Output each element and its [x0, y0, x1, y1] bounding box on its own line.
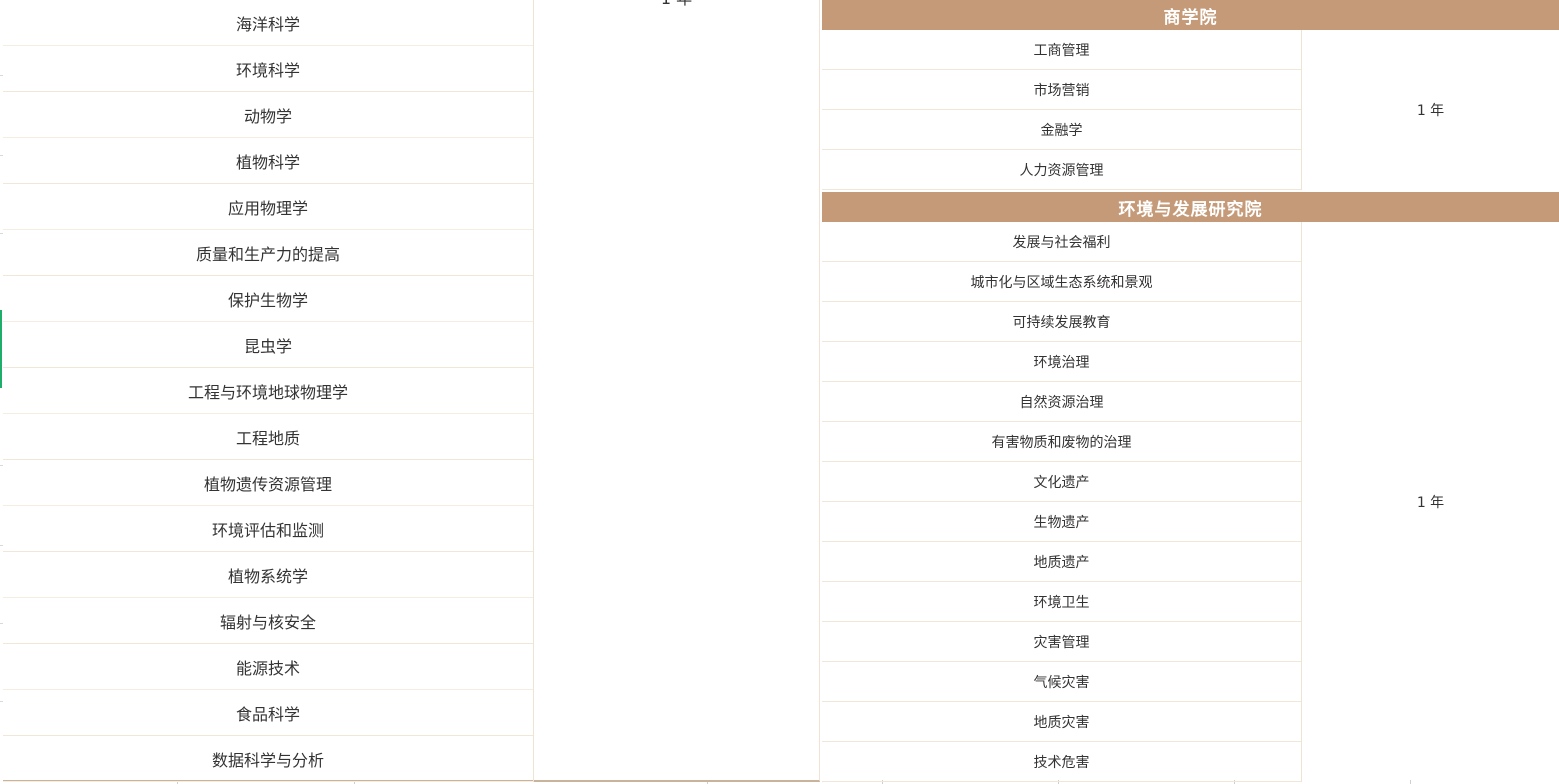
- program-cell[interactable]: 灾害管理: [822, 622, 1301, 662]
- program-cell[interactable]: 金融学: [822, 110, 1301, 150]
- program-cell[interactable]: 可持续发展教育: [822, 302, 1301, 342]
- section-duration-cell[interactable]: 1 年: [1302, 222, 1559, 782]
- program-cell[interactable]: 环境科学: [3, 46, 533, 92]
- program-cell[interactable]: 文化遗产: [822, 462, 1301, 502]
- selection-indicator: [0, 310, 2, 388]
- program-cell[interactable]: 环境卫生: [822, 582, 1301, 622]
- section-body: 发展与社会福利 城市化与区域生态系统和景观 可持续发展教育 环境治理 自然资源治理 有害物…: [822, 222, 1559, 782]
- program-cell[interactable]: 植物科学: [3, 138, 533, 184]
- program-cell[interactable]: 食品科学: [3, 690, 533, 736]
- program-cell[interactable]: 能源技术: [3, 644, 533, 690]
- right-program-table: 商学院 工商管理 市场营销 金融学 人力资源管理 1 年环境与发展研究院 发展与社会福利 城市…: [822, 0, 1559, 782]
- section-header[interactable]: 环境与发展研究院: [822, 192, 1559, 222]
- section-duration-cell[interactable]: 1 年: [1302, 30, 1559, 190]
- program-cell[interactable]: 生物遗产: [822, 502, 1301, 542]
- program-cell[interactable]: 海洋科学: [3, 0, 533, 46]
- program-cell[interactable]: 城市化与区域生态系统和景观: [822, 262, 1301, 302]
- section-body: 工商管理 市场营销 金融学 人力资源管理 1 年: [822, 30, 1559, 190]
- program-cell[interactable]: 工商管理: [822, 30, 1301, 70]
- program-cell[interactable]: 地质遗产: [822, 542, 1301, 582]
- program-cell[interactable]: 地质灾害: [822, 702, 1301, 742]
- program-cell[interactable]: 数据科学与分析: [3, 736, 533, 782]
- program-cell[interactable]: 技术危害: [822, 742, 1301, 782]
- program-cell[interactable]: 环境治理: [822, 342, 1301, 382]
- program-cell[interactable]: 市场营销: [822, 70, 1301, 110]
- program-cell[interactable]: 工程地质: [3, 414, 533, 460]
- program-cell[interactable]: 人力资源管理: [822, 150, 1301, 190]
- program-cell[interactable]: 有害物质和废物的治理: [822, 422, 1301, 462]
- section-header[interactable]: 商学院: [822, 0, 1559, 30]
- section-program-list: 发展与社会福利 城市化与区域生态系统和景观 可持续发展教育 环境治理 自然资源治理 有害物…: [822, 222, 1302, 782]
- program-cell[interactable]: 环境评估和监测: [3, 506, 533, 552]
- left-duration-cell[interactable]: 1 年: [534, 0, 819, 9]
- section-program-list: 工商管理 市场营销 金融学 人力资源管理: [822, 30, 1302, 190]
- program-cell[interactable]: 植物遗传资源管理: [3, 460, 533, 506]
- left-program-list: 海洋科学 环境科学 动物学 植物科学 应用物理学 质量和生产力的提高 保护生物学 昆虫学 工程与…: [3, 0, 534, 782]
- program-cell[interactable]: 辐射与核安全: [3, 598, 533, 644]
- program-cell[interactable]: 质量和生产力的提高: [3, 230, 533, 276]
- program-cell[interactable]: 昆虫学: [3, 322, 533, 368]
- left-program-table: 海洋科学 环境科学 动物学 植物科学 应用物理学 质量和生产力的提高 保护生物学 昆虫学 工程与…: [3, 0, 820, 782]
- program-cell[interactable]: 发展与社会福利: [822, 222, 1301, 262]
- program-cell[interactable]: 动物学: [3, 92, 533, 138]
- program-cell[interactable]: 植物系统学: [3, 552, 533, 598]
- program-cell[interactable]: 气候灾害: [822, 662, 1301, 702]
- program-cell[interactable]: 保护生物学: [3, 276, 533, 322]
- spreadsheet-view: 海洋科学 环境科学 动物学 植物科学 应用物理学 质量和生产力的提高 保护生物学 昆虫学 工程与…: [0, 0, 1559, 784]
- program-cell[interactable]: 自然资源治理: [822, 382, 1301, 422]
- program-cell[interactable]: 工程与环境地球物理学: [3, 368, 533, 414]
- program-cell[interactable]: 应用物理学: [3, 184, 533, 230]
